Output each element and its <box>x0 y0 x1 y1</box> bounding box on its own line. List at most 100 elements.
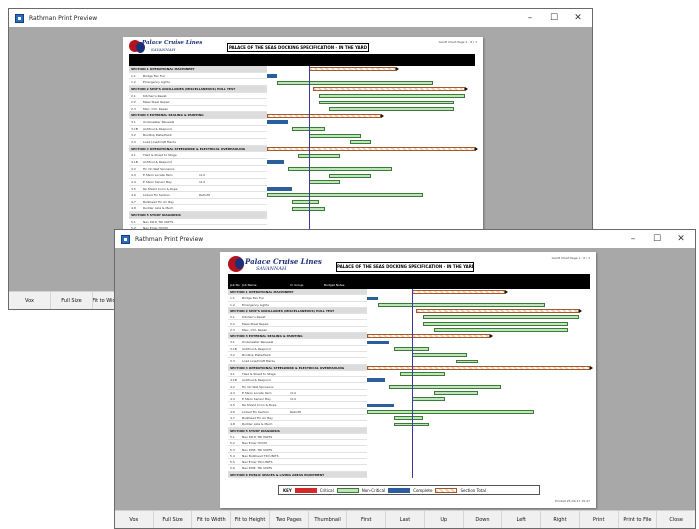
legend-critical: Critical <box>319 487 334 493</box>
full-size-button[interactable]: Full Size <box>51 292 93 309</box>
job-no: 2.3 <box>131 106 136 111</box>
back-report-page: Palace Cruise Lines SAVANNAH PALACE OF T… <box>123 37 483 232</box>
maximize-icon[interactable]: ☐ <box>542 9 566 27</box>
task-row: 4.5 Re Shield Conn & Rope <box>129 186 267 193</box>
gantt-bar <box>416 309 579 313</box>
job-name: Bulkhead Fin Air Bay <box>143 199 174 204</box>
vox-button[interactable]: Vox <box>115 511 154 528</box>
maximize-icon[interactable]: ☐ <box>645 230 669 248</box>
logo-mark <box>129 40 145 53</box>
front-button-bar: Vox Full Size Fit to Width Fit to Height… <box>115 510 695 528</box>
front-title-bar[interactable]: Rathman Print Preview – ☐ ✕ <box>115 230 695 248</box>
gantt-bar <box>367 334 490 339</box>
job-name: Linked Fin Section <box>143 193 171 198</box>
gantt-bar <box>329 173 371 178</box>
gantt-bar <box>267 193 423 198</box>
back-title-bar[interactable]: Rathman Print Preview – ☐ ✕ <box>9 9 592 27</box>
close-button[interactable]: Close <box>657 511 695 528</box>
job-name: Underwater Renewal <box>143 120 175 125</box>
gantt-bar <box>277 80 434 85</box>
front-window-title: Rathman Print Preview <box>135 235 204 243</box>
section-row: SECTION 6 PUBLIC SPACES & LIVING AREAS E… <box>228 471 367 478</box>
task-row: 3.1B Antifoul & Respond <box>129 126 267 133</box>
gantt-bar <box>267 186 292 191</box>
right-button[interactable]: Right <box>541 511 580 528</box>
print-to-file-button[interactable]: Print to File <box>619 511 658 528</box>
gantt-chart <box>267 66 478 232</box>
task-row: 4.1B Antifoul & Respond <box>129 159 267 166</box>
gantt-legend: KEY Critical Non-Critical Complete Secti… <box>278 485 540 495</box>
gantt-bar <box>267 160 284 165</box>
fit-to-height-button[interactable]: Fit to Height <box>231 511 270 528</box>
task-row: 4.3 E Stern Locate Item 114 <box>129 172 267 179</box>
first-button[interactable]: First <box>347 511 387 528</box>
job-no: 2.2 <box>131 100 136 105</box>
milestone-arrow <box>475 147 478 151</box>
app-icon <box>15 13 24 23</box>
task-row: 4.7 Bulkhead Fin Air Bay <box>129 199 267 206</box>
gantt-bar <box>350 140 371 145</box>
task-row: 3.1 Underwater Renewal <box>129 119 267 126</box>
gantt-bar <box>367 296 379 301</box>
cr-group: Retrofit <box>199 193 211 198</box>
print-button[interactable]: Print <box>580 511 619 528</box>
legend-section-total: Section Total <box>460 487 486 493</box>
legend-non-critical: Non-Critical <box>361 487 386 493</box>
gantt-bar <box>267 120 288 125</box>
task-row: 4.8 Rudder Axle & Mech <box>129 205 267 213</box>
section-row: SECTION 5 STUDY DIAGNOSIS <box>129 212 267 219</box>
job-no: 4.1 <box>131 153 136 158</box>
fit-to-width-button[interactable]: Fit to Width <box>192 511 232 528</box>
last-button[interactable]: Last <box>386 511 425 528</box>
milestone-arrow <box>464 87 468 92</box>
gantt-bar <box>433 391 479 395</box>
vox-button[interactable]: Vox <box>9 292 51 309</box>
legend-complete-swatch <box>388 487 411 493</box>
gantt-bar <box>456 359 479 364</box>
job-no: 5.1 <box>131 219 136 224</box>
task-row: 5.1 Nav P.R.P. TRI UNITS <box>129 219 267 226</box>
close-icon[interactable]: ✕ <box>669 230 693 248</box>
logo-sub: SAVANNAH <box>151 47 176 52</box>
legend-key-label: KEY <box>283 487 292 493</box>
legend-complete: Complete <box>413 487 433 493</box>
minimize-icon[interactable]: – <box>518 9 542 27</box>
section-row: SECTION 3 EXTERNAL SEALING & PAINTING <box>129 112 267 120</box>
task-row: 2.2 Mess Steel Repair <box>129 99 267 106</box>
gantt-bar <box>422 315 579 320</box>
gantt-bar <box>367 340 390 345</box>
gantt-bar <box>367 365 590 370</box>
job-name: Tiled & Sheet to Stage <box>143 153 177 158</box>
thumbnail-button[interactable]: Thumbnail <box>309 511 348 528</box>
job-name: Re Shield Conn & Rope <box>143 186 178 191</box>
down-button[interactable]: Down <box>464 511 503 528</box>
gantt-bar <box>378 302 546 307</box>
section-name: SECTION 1 OPERATIONAL MACHINERY <box>131 67 195 71</box>
job-no: 3.2 <box>131 133 136 138</box>
gantt-header <box>129 54 475 66</box>
page-label: Gantt Chart Page 1 : 6 / 1 <box>438 40 477 44</box>
job-no: 3.3 <box>131 140 136 145</box>
two-pages-button[interactable]: Two Pages <box>270 511 309 528</box>
job-name: E Stern Locate Item <box>143 173 173 178</box>
gantt-bar <box>393 416 423 421</box>
gantt-bar <box>367 378 385 383</box>
up-button[interactable]: Up <box>425 511 464 528</box>
job-name: Kitchen's Resist <box>143 93 167 98</box>
gantt-bar <box>312 87 465 92</box>
legend-section-total-swatch <box>435 487 458 493</box>
gantt-bar <box>411 353 468 358</box>
gantt-bar <box>367 403 394 408</box>
close-icon[interactable]: ✕ <box>566 9 590 27</box>
left-button[interactable]: Left <box>502 511 542 528</box>
section-row: SECTION 1 OPERATIONAL MACHINERY <box>129 66 267 73</box>
minimize-icon[interactable]: – <box>621 230 645 248</box>
job-name: Boottop Plate/Paint <box>143 133 172 138</box>
task-row: 1.1 Bridge Fan Fun <box>129 73 267 80</box>
full-size-button[interactable]: Full Size <box>154 511 193 528</box>
gantt-bar <box>367 409 535 414</box>
gantt-bar <box>308 180 340 185</box>
task-row: 1.2 Emergency Lights <box>129 79 267 86</box>
job-no: 4.1B <box>131 159 138 164</box>
milestone-arrow <box>381 113 385 118</box>
